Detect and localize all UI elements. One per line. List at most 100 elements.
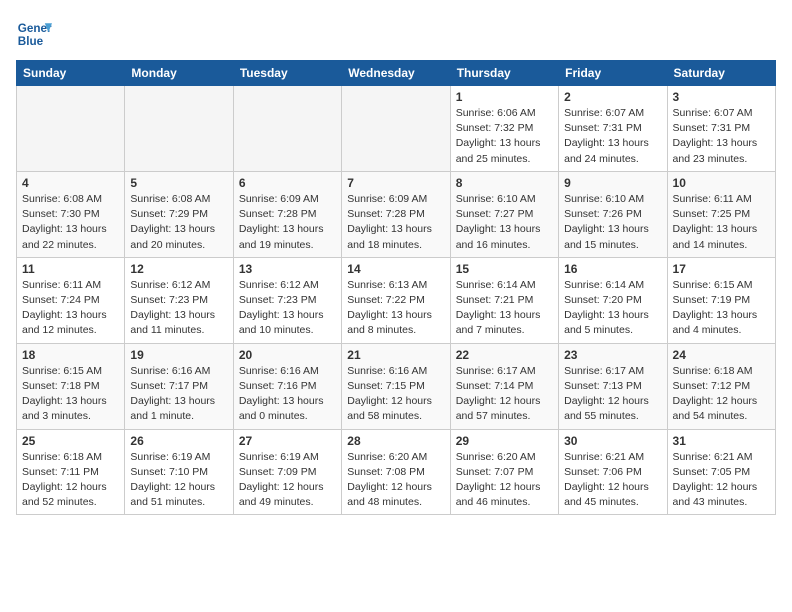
day-number: 30 xyxy=(564,434,661,448)
week-row-3: 11 Sunrise: 6:11 AM Sunset: 7:24 PM Dayli… xyxy=(17,257,776,343)
day-cell: 18 Sunrise: 6:15 AM Sunset: 7:18 PM Dayli… xyxy=(17,343,125,429)
day-number: 4 xyxy=(22,176,119,190)
day-cell xyxy=(342,86,450,172)
day-number: 24 xyxy=(673,348,770,362)
day-info: Sunrise: 6:20 AM Sunset: 7:08 PM Dayligh… xyxy=(347,450,444,511)
day-info: Sunrise: 6:11 AM Sunset: 7:24 PM Dayligh… xyxy=(22,278,119,339)
weekday-header-wednesday: Wednesday xyxy=(342,61,450,86)
day-number: 9 xyxy=(564,176,661,190)
weekday-header-thursday: Thursday xyxy=(450,61,558,86)
weekday-header-monday: Monday xyxy=(125,61,233,86)
day-info: Sunrise: 6:15 AM Sunset: 7:18 PM Dayligh… xyxy=(22,364,119,425)
day-number: 28 xyxy=(347,434,444,448)
day-number: 13 xyxy=(239,262,336,276)
day-info: Sunrise: 6:19 AM Sunset: 7:09 PM Dayligh… xyxy=(239,450,336,511)
day-cell: 24 Sunrise: 6:18 AM Sunset: 7:12 PM Dayli… xyxy=(667,343,775,429)
day-number: 23 xyxy=(564,348,661,362)
day-info: Sunrise: 6:17 AM Sunset: 7:13 PM Dayligh… xyxy=(564,364,661,425)
day-number: 26 xyxy=(130,434,227,448)
day-number: 19 xyxy=(130,348,227,362)
day-number: 21 xyxy=(347,348,444,362)
day-cell: 13 Sunrise: 6:12 AM Sunset: 7:23 PM Dayli… xyxy=(233,257,341,343)
day-number: 15 xyxy=(456,262,553,276)
day-cell: 21Sunrise: 6:16 AM Sunset: 7:15 PM Dayli… xyxy=(342,343,450,429)
weekday-header-sunday: Sunday xyxy=(17,61,125,86)
day-cell: 20Sunrise: 6:16 AM Sunset: 7:16 PM Dayli… xyxy=(233,343,341,429)
day-number: 14 xyxy=(347,262,444,276)
day-cell: 27 Sunrise: 6:19 AM Sunset: 7:09 PM Dayli… xyxy=(233,429,341,515)
day-cell xyxy=(17,86,125,172)
day-number: 11 xyxy=(22,262,119,276)
day-cell: 25Sunrise: 6:18 AM Sunset: 7:11 PM Dayli… xyxy=(17,429,125,515)
day-info: Sunrise: 6:12 AM Sunset: 7:23 PM Dayligh… xyxy=(130,278,227,339)
svg-text:Blue: Blue xyxy=(18,35,44,48)
day-cell: 31Sunrise: 6:21 AM Sunset: 7:05 PM Dayli… xyxy=(667,429,775,515)
day-cell: 14 Sunrise: 6:13 AM Sunset: 7:22 PM Dayli… xyxy=(342,257,450,343)
day-info: Sunrise: 6:07 AM Sunset: 7:31 PM Dayligh… xyxy=(564,106,661,167)
day-number: 31 xyxy=(673,434,770,448)
day-number: 22 xyxy=(456,348,553,362)
day-info: Sunrise: 6:12 AM Sunset: 7:23 PM Dayligh… xyxy=(239,278,336,339)
week-row-5: 25Sunrise: 6:18 AM Sunset: 7:11 PM Dayli… xyxy=(17,429,776,515)
logo: General Blue xyxy=(16,16,56,52)
day-number: 27 xyxy=(239,434,336,448)
day-info: Sunrise: 6:20 AM Sunset: 7:07 PM Dayligh… xyxy=(456,450,553,511)
day-number: 17 xyxy=(673,262,770,276)
header: General Blue xyxy=(16,16,776,52)
day-cell: 10 Sunrise: 6:11 AM Sunset: 7:25 PM Dayli… xyxy=(667,171,775,257)
week-row-1: 1Sunrise: 6:06 AM Sunset: 7:32 PM Daylig… xyxy=(17,86,776,172)
logo-icon: General Blue xyxy=(16,16,52,52)
day-number: 8 xyxy=(456,176,553,190)
day-info: Sunrise: 6:16 AM Sunset: 7:17 PM Dayligh… xyxy=(130,364,227,425)
day-number: 16 xyxy=(564,262,661,276)
day-cell: 23 Sunrise: 6:17 AM Sunset: 7:13 PM Dayli… xyxy=(559,343,667,429)
day-cell: 6 Sunrise: 6:09 AM Sunset: 7:28 PM Daylig… xyxy=(233,171,341,257)
day-number: 7 xyxy=(347,176,444,190)
day-info: Sunrise: 6:07 AM Sunset: 7:31 PM Dayligh… xyxy=(673,106,770,167)
day-cell: 9 Sunrise: 6:10 AM Sunset: 7:26 PM Daylig… xyxy=(559,171,667,257)
day-cell: 29 Sunrise: 6:20 AM Sunset: 7:07 PM Dayli… xyxy=(450,429,558,515)
day-number: 5 xyxy=(130,176,227,190)
day-number: 25 xyxy=(22,434,119,448)
weekday-header-saturday: Saturday xyxy=(667,61,775,86)
day-info: Sunrise: 6:11 AM Sunset: 7:25 PM Dayligh… xyxy=(673,192,770,253)
weekday-header-row: SundayMondayTuesdayWednesdayThursdayFrid… xyxy=(17,61,776,86)
day-cell: 15 Sunrise: 6:14 AM Sunset: 7:21 PM Dayli… xyxy=(450,257,558,343)
week-row-2: 4 Sunrise: 6:08 AM Sunset: 7:30 PM Daylig… xyxy=(17,171,776,257)
weekday-header-friday: Friday xyxy=(559,61,667,86)
calendar: SundayMondayTuesdayWednesdayThursdayFrid… xyxy=(16,60,776,515)
day-cell: 22 Sunrise: 6:17 AM Sunset: 7:14 PM Dayli… xyxy=(450,343,558,429)
day-cell: 1Sunrise: 6:06 AM Sunset: 7:32 PM Daylig… xyxy=(450,86,558,172)
day-cell xyxy=(233,86,341,172)
day-info: Sunrise: 6:06 AM Sunset: 7:32 PM Dayligh… xyxy=(456,106,553,167)
day-info: Sunrise: 6:09 AM Sunset: 7:28 PM Dayligh… xyxy=(239,192,336,253)
day-number: 12 xyxy=(130,262,227,276)
day-number: 6 xyxy=(239,176,336,190)
day-info: Sunrise: 6:16 AM Sunset: 7:16 PM Dayligh… xyxy=(239,364,336,425)
day-number: 2 xyxy=(564,90,661,104)
day-info: Sunrise: 6:13 AM Sunset: 7:22 PM Dayligh… xyxy=(347,278,444,339)
day-cell: 17 Sunrise: 6:15 AM Sunset: 7:19 PM Dayli… xyxy=(667,257,775,343)
day-cell: 30Sunrise: 6:21 AM Sunset: 7:06 PM Dayli… xyxy=(559,429,667,515)
day-number: 3 xyxy=(673,90,770,104)
day-number: 29 xyxy=(456,434,553,448)
day-info: Sunrise: 6:19 AM Sunset: 7:10 PM Dayligh… xyxy=(130,450,227,511)
day-info: Sunrise: 6:10 AM Sunset: 7:26 PM Dayligh… xyxy=(564,192,661,253)
day-cell: 12 Sunrise: 6:12 AM Sunset: 7:23 PM Dayli… xyxy=(125,257,233,343)
day-info: Sunrise: 6:14 AM Sunset: 7:21 PM Dayligh… xyxy=(456,278,553,339)
day-info: Sunrise: 6:14 AM Sunset: 7:20 PM Dayligh… xyxy=(564,278,661,339)
day-info: Sunrise: 6:15 AM Sunset: 7:19 PM Dayligh… xyxy=(673,278,770,339)
day-info: Sunrise: 6:18 AM Sunset: 7:12 PM Dayligh… xyxy=(673,364,770,425)
weekday-header-tuesday: Tuesday xyxy=(233,61,341,86)
day-info: Sunrise: 6:08 AM Sunset: 7:29 PM Dayligh… xyxy=(130,192,227,253)
day-info: Sunrise: 6:09 AM Sunset: 7:28 PM Dayligh… xyxy=(347,192,444,253)
day-number: 18 xyxy=(22,348,119,362)
day-info: Sunrise: 6:08 AM Sunset: 7:30 PM Dayligh… xyxy=(22,192,119,253)
day-number: 10 xyxy=(673,176,770,190)
day-cell: 28 Sunrise: 6:20 AM Sunset: 7:08 PM Dayli… xyxy=(342,429,450,515)
day-cell: 7 Sunrise: 6:09 AM Sunset: 7:28 PM Daylig… xyxy=(342,171,450,257)
day-cell: 3 Sunrise: 6:07 AM Sunset: 7:31 PM Daylig… xyxy=(667,86,775,172)
day-cell: 16 Sunrise: 6:14 AM Sunset: 7:20 PM Dayli… xyxy=(559,257,667,343)
day-cell: 2 Sunrise: 6:07 AM Sunset: 7:31 PM Daylig… xyxy=(559,86,667,172)
day-info: Sunrise: 6:17 AM Sunset: 7:14 PM Dayligh… xyxy=(456,364,553,425)
